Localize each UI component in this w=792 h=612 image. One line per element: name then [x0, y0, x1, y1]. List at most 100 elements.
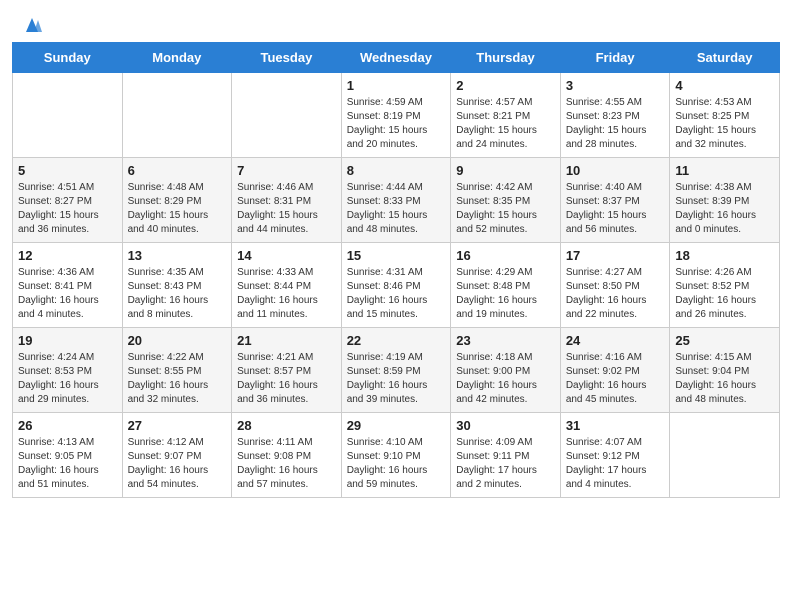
- calendar-cell: 24 Sunrise: 4:16 AMSunset: 9:02 PMDayligh…: [560, 328, 670, 413]
- calendar-week-1: 1 Sunrise: 4:59 AMSunset: 8:19 PMDaylight…: [13, 73, 780, 158]
- day-number: 28: [237, 418, 336, 433]
- day-info: Sunrise: 4:09 AMSunset: 9:11 PMDaylight:…: [456, 436, 555, 492]
- day-number: 20: [128, 333, 227, 348]
- day-number: 6: [128, 163, 227, 178]
- day-number: 3: [566, 78, 665, 93]
- calendar-cell: 19 Sunrise: 4:24 AMSunset: 8:53 PMDayligh…: [13, 328, 123, 413]
- day-info: Sunrise: 4:10 AMSunset: 9:10 PMDaylight:…: [347, 436, 446, 492]
- calendar-table: Sunday Monday Tuesday Wednesday Thursday…: [12, 42, 780, 498]
- weekday-thursday: Thursday: [451, 43, 561, 73]
- day-number: 22: [347, 333, 446, 348]
- day-info: Sunrise: 4:11 AMSunset: 9:08 PMDaylight:…: [237, 436, 336, 492]
- day-info: Sunrise: 4:46 AMSunset: 8:31 PMDaylight:…: [237, 181, 336, 237]
- day-info: Sunrise: 4:57 AMSunset: 8:21 PMDaylight:…: [456, 96, 555, 152]
- day-number: 7: [237, 163, 336, 178]
- day-number: 10: [566, 163, 665, 178]
- day-info: Sunrise: 4:16 AMSunset: 9:02 PMDaylight:…: [566, 351, 665, 407]
- calendar-cell: 17 Sunrise: 4:27 AMSunset: 8:50 PMDayligh…: [560, 243, 670, 328]
- day-number: 31: [566, 418, 665, 433]
- day-number: 29: [347, 418, 446, 433]
- day-number: 16: [456, 248, 555, 263]
- day-info: Sunrise: 4:18 AMSunset: 9:00 PMDaylight:…: [456, 351, 555, 407]
- day-number: 26: [18, 418, 117, 433]
- calendar-cell: 6 Sunrise: 4:48 AMSunset: 8:29 PMDaylight…: [122, 158, 232, 243]
- day-info: Sunrise: 4:35 AMSunset: 8:43 PMDaylight:…: [128, 266, 227, 322]
- day-number: 9: [456, 163, 555, 178]
- day-info: Sunrise: 4:48 AMSunset: 8:29 PMDaylight:…: [128, 181, 227, 237]
- day-number: 4: [675, 78, 774, 93]
- day-info: Sunrise: 4:22 AMSunset: 8:55 PMDaylight:…: [128, 351, 227, 407]
- day-info: Sunrise: 4:26 AMSunset: 8:52 PMDaylight:…: [675, 266, 774, 322]
- day-number: 5: [18, 163, 117, 178]
- calendar-cell: 3 Sunrise: 4:55 AMSunset: 8:23 PMDaylight…: [560, 73, 670, 158]
- day-number: 19: [18, 333, 117, 348]
- day-info: Sunrise: 4:24 AMSunset: 8:53 PMDaylight:…: [18, 351, 117, 407]
- day-number: 17: [566, 248, 665, 263]
- day-number: 11: [675, 163, 774, 178]
- day-number: 2: [456, 78, 555, 93]
- calendar-week-5: 26 Sunrise: 4:13 AMSunset: 9:05 PMDayligh…: [13, 413, 780, 498]
- calendar-week-4: 19 Sunrise: 4:24 AMSunset: 8:53 PMDayligh…: [13, 328, 780, 413]
- day-info: Sunrise: 4:42 AMSunset: 8:35 PMDaylight:…: [456, 181, 555, 237]
- calendar-cell: 1 Sunrise: 4:59 AMSunset: 8:19 PMDaylight…: [341, 73, 451, 158]
- weekday-monday: Monday: [122, 43, 232, 73]
- calendar-cell: 2 Sunrise: 4:57 AMSunset: 8:21 PMDaylight…: [451, 73, 561, 158]
- day-info: Sunrise: 4:36 AMSunset: 8:41 PMDaylight:…: [18, 266, 117, 322]
- calendar-cell: 7 Sunrise: 4:46 AMSunset: 8:31 PMDaylight…: [232, 158, 342, 243]
- day-number: 24: [566, 333, 665, 348]
- day-info: Sunrise: 4:13 AMSunset: 9:05 PMDaylight:…: [18, 436, 117, 492]
- calendar-cell: 9 Sunrise: 4:42 AMSunset: 8:35 PMDaylight…: [451, 158, 561, 243]
- weekday-wednesday: Wednesday: [341, 43, 451, 73]
- day-info: Sunrise: 4:29 AMSunset: 8:48 PMDaylight:…: [456, 266, 555, 322]
- calendar-cell: 13 Sunrise: 4:35 AMSunset: 8:43 PMDayligh…: [122, 243, 232, 328]
- weekday-row: Sunday Monday Tuesday Wednesday Thursday…: [13, 43, 780, 73]
- day-number: 27: [128, 418, 227, 433]
- calendar-cell: [232, 73, 342, 158]
- calendar-week-3: 12 Sunrise: 4:36 AMSunset: 8:41 PMDayligh…: [13, 243, 780, 328]
- calendar-cell: [13, 73, 123, 158]
- day-info: Sunrise: 4:44 AMSunset: 8:33 PMDaylight:…: [347, 181, 446, 237]
- day-info: Sunrise: 4:19 AMSunset: 8:59 PMDaylight:…: [347, 351, 446, 407]
- calendar-cell: 4 Sunrise: 4:53 AMSunset: 8:25 PMDaylight…: [670, 73, 780, 158]
- day-number: 30: [456, 418, 555, 433]
- day-info: Sunrise: 4:38 AMSunset: 8:39 PMDaylight:…: [675, 181, 774, 237]
- day-number: 13: [128, 248, 227, 263]
- day-info: Sunrise: 4:07 AMSunset: 9:12 PMDaylight:…: [566, 436, 665, 492]
- calendar-cell: 16 Sunrise: 4:29 AMSunset: 8:48 PMDayligh…: [451, 243, 561, 328]
- calendar-cell: 20 Sunrise: 4:22 AMSunset: 8:55 PMDayligh…: [122, 328, 232, 413]
- calendar-cell: 28 Sunrise: 4:11 AMSunset: 9:08 PMDayligh…: [232, 413, 342, 498]
- calendar-cell: 5 Sunrise: 4:51 AMSunset: 8:27 PMDaylight…: [13, 158, 123, 243]
- calendar-cell: 11 Sunrise: 4:38 AMSunset: 8:39 PMDayligh…: [670, 158, 780, 243]
- day-number: 14: [237, 248, 336, 263]
- day-info: Sunrise: 4:51 AMSunset: 8:27 PMDaylight:…: [18, 181, 117, 237]
- calendar-cell: 30 Sunrise: 4:09 AMSunset: 9:11 PMDayligh…: [451, 413, 561, 498]
- calendar-cell: 26 Sunrise: 4:13 AMSunset: 9:05 PMDayligh…: [13, 413, 123, 498]
- calendar-cell: 25Sunrise: 4:15 AMSunset: 9:04 PMDayligh…: [670, 328, 780, 413]
- day-info: Sunrise: 4:27 AMSunset: 8:50 PMDaylight:…: [566, 266, 665, 322]
- day-info: Sunrise: 4:40 AMSunset: 8:37 PMDaylight:…: [566, 181, 665, 237]
- calendar-body: 1 Sunrise: 4:59 AMSunset: 8:19 PMDaylight…: [13, 73, 780, 498]
- calendar-week-2: 5 Sunrise: 4:51 AMSunset: 8:27 PMDaylight…: [13, 158, 780, 243]
- calendar-cell: 22 Sunrise: 4:19 AMSunset: 8:59 PMDayligh…: [341, 328, 451, 413]
- calendar-cell: 8Sunrise: 4:44 AMSunset: 8:33 PMDaylight…: [341, 158, 451, 243]
- calendar-cell: 15Sunrise: 4:31 AMSunset: 8:46 PMDayligh…: [341, 243, 451, 328]
- day-info: Sunrise: 4:59 AMSunset: 8:19 PMDaylight:…: [347, 96, 446, 152]
- day-info: Sunrise: 4:55 AMSunset: 8:23 PMDaylight:…: [566, 96, 665, 152]
- day-number: 18: [675, 248, 774, 263]
- calendar: Sunday Monday Tuesday Wednesday Thursday…: [0, 42, 792, 510]
- calendar-cell: 23 Sunrise: 4:18 AMSunset: 9:00 PMDayligh…: [451, 328, 561, 413]
- day-number: 1: [347, 78, 446, 93]
- calendar-cell: 21Sunrise: 4:21 AMSunset: 8:57 PMDayligh…: [232, 328, 342, 413]
- day-info: Sunrise: 4:15 AMSunset: 9:04 PMDaylight:…: [675, 351, 774, 407]
- weekday-sunday: Sunday: [13, 43, 123, 73]
- day-info: Sunrise: 4:21 AMSunset: 8:57 PMDaylight:…: [237, 351, 336, 407]
- day-number: 23: [456, 333, 555, 348]
- weekday-tuesday: Tuesday: [232, 43, 342, 73]
- weekday-friday: Friday: [560, 43, 670, 73]
- weekday-saturday: Saturday: [670, 43, 780, 73]
- calendar-cell: 31 Sunrise: 4:07 AMSunset: 9:12 PMDayligh…: [560, 413, 670, 498]
- day-number: 12: [18, 248, 117, 263]
- day-info: Sunrise: 4:53 AMSunset: 8:25 PMDaylight:…: [675, 96, 774, 152]
- calendar-cell: 14Sunrise: 4:33 AMSunset: 8:44 PMDayligh…: [232, 243, 342, 328]
- calendar-cell: 12 Sunrise: 4:36 AMSunset: 8:41 PMDayligh…: [13, 243, 123, 328]
